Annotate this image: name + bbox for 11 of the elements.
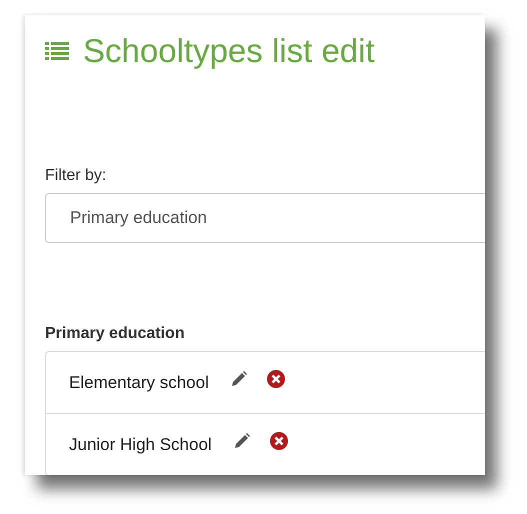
edit-icon[interactable]	[234, 432, 250, 448]
edit-icon[interactable]	[230, 370, 247, 386]
list-icon	[45, 41, 69, 61]
filter-field[interactable]: Primary education	[45, 193, 485, 243]
filter-label: Filter by:	[45, 167, 108, 185]
group-heading: Primary education	[45, 325, 186, 343]
page-title: Schooltypes list edit	[83, 32, 375, 70]
item-name: Junior High School	[69, 434, 212, 454]
delete-icon[interactable]	[266, 370, 285, 388]
delete-icon[interactable]	[270, 432, 288, 450]
item-name: Elementary school	[69, 372, 209, 392]
